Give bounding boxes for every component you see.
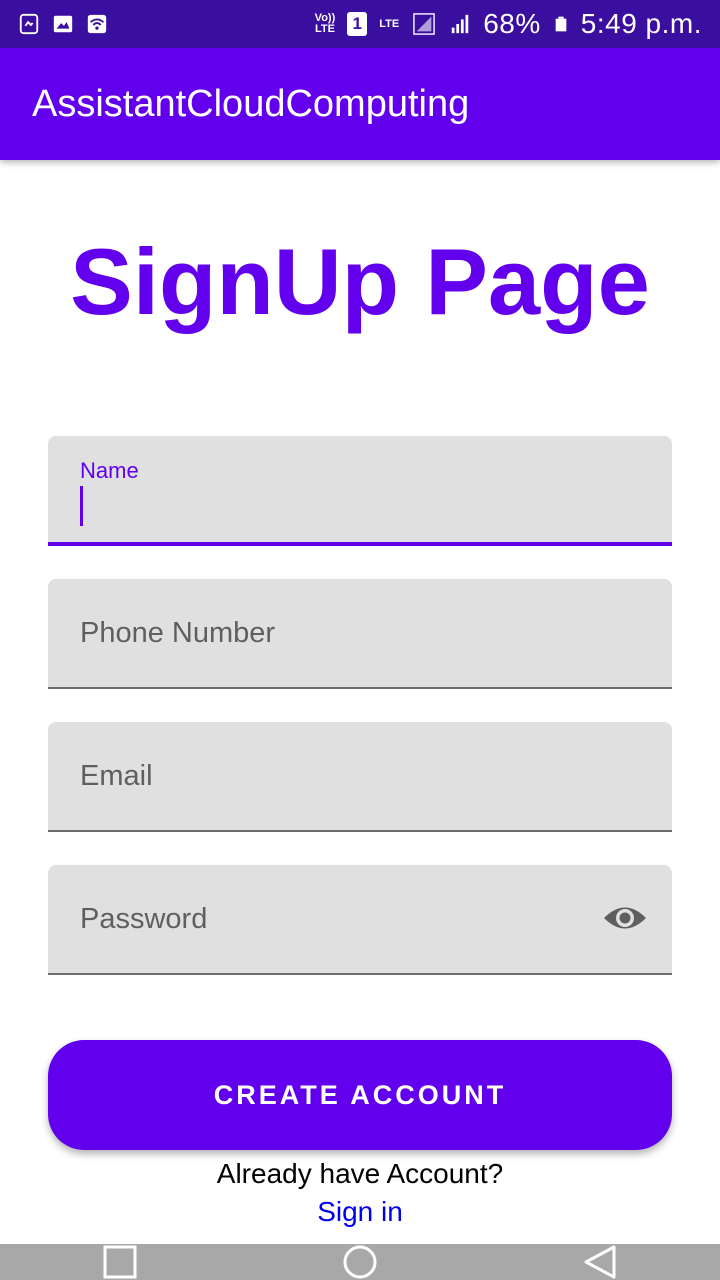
password-field[interactable]: Password — [48, 865, 672, 975]
signal-icon — [451, 14, 469, 34]
square-icon — [103, 1245, 137, 1279]
create-account-button[interactable]: CREATE ACCOUNT — [48, 1040, 672, 1150]
phone-number-placeholder: Phone Number — [80, 617, 276, 649]
battery-icon — [555, 16, 567, 32]
lte-indicator: LTE — [379, 17, 400, 30]
eye-icon[interactable] — [602, 901, 648, 935]
name-field[interactable]: Name — [48, 436, 672, 546]
navigation-bar — [0, 1244, 720, 1280]
status-time: 5:49 p.m. — [580, 8, 702, 39]
volte-indicator: Vo)) LTE — [314, 12, 336, 35]
triangle-back-icon — [584, 1245, 616, 1279]
email-field[interactable]: Email — [48, 722, 672, 832]
gallery-icon — [53, 15, 73, 33]
back-button[interactable] — [580, 1244, 620, 1280]
battery-percent: 68% — [483, 8, 541, 39]
phone-number-field[interactable]: Phone Number — [48, 579, 672, 689]
signal-icon — [413, 13, 435, 35]
email-placeholder: Email — [80, 760, 153, 792]
screenshot-icon — [19, 13, 39, 35]
recents-button[interactable] — [100, 1244, 140, 1280]
app-title: AssistantCloudComputing — [32, 82, 470, 125]
app-bar: AssistantCloudComputing — [0, 48, 720, 160]
password-placeholder: Password — [80, 903, 208, 935]
home-button[interactable] — [340, 1244, 380, 1280]
name-label: Name — [80, 458, 139, 483]
status-left — [18, 13, 108, 35]
status-right: Vo)) LTE 1 LTE 68% 5:49 p.m. — [315, 8, 702, 40]
wifi-icon — [87, 14, 107, 34]
circle-icon — [343, 1245, 377, 1279]
sim-badge: 1 — [347, 12, 368, 36]
sign-in-link[interactable]: Sign in — [0, 1196, 720, 1228]
text-cursor — [80, 486, 83, 526]
already-have-account-text: Already have Account? — [216, 1158, 504, 1189]
page-title: SignUp Page — [70, 229, 650, 334]
status-bar: Vo)) LTE 1 LTE 68% 5:49 p.m. — [0, 0, 720, 48]
